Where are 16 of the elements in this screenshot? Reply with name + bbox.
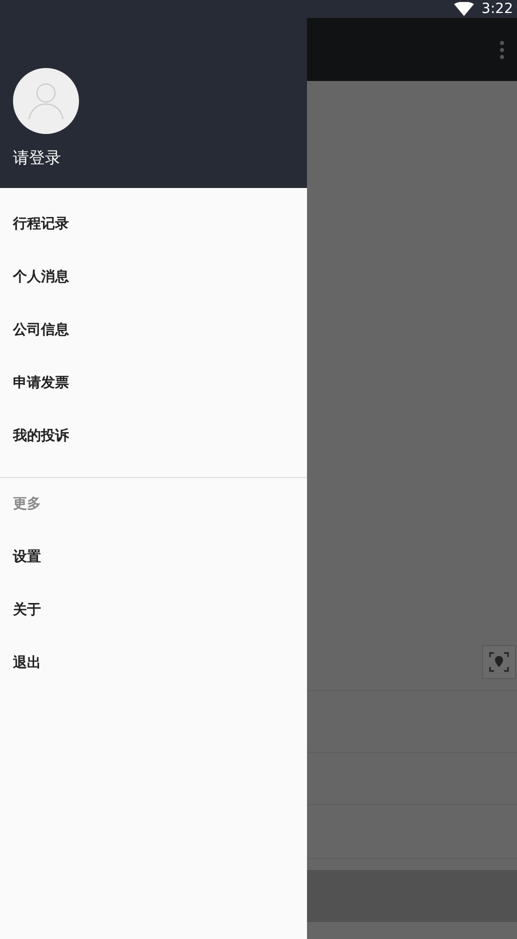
person-icon (27, 81, 65, 121)
status-time: 3:22 (482, 2, 513, 16)
menu-item[interactable]: 设置 (0, 531, 307, 584)
menu-item[interactable]: 行程记录 (0, 198, 307, 251)
location-icon (488, 651, 510, 673)
wifi-icon (454, 2, 474, 16)
login-prompt[interactable]: 请登录 (13, 146, 294, 170)
menu-item[interactable]: 关于 (0, 584, 307, 637)
more-icon[interactable] (499, 40, 505, 60)
menu-item[interactable]: 退出 (0, 637, 307, 690)
menu-item[interactable]: 个人消息 (0, 251, 307, 304)
menu-item[interactable]: 我的投诉 (0, 410, 307, 463)
locate-button[interactable] (482, 645, 516, 679)
menu-item[interactable]: 公司信息 (0, 304, 307, 357)
section-header: 更多 (12, 495, 42, 514)
menu-item[interactable]: 申请发票 (0, 357, 307, 410)
